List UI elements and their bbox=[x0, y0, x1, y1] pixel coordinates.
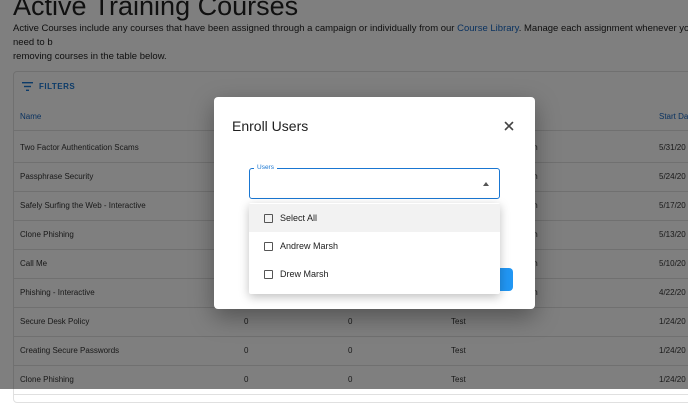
close-button[interactable] bbox=[501, 118, 517, 134]
option-label: Andrew Marsh bbox=[280, 241, 339, 251]
dropdown-arrow-icon[interactable] bbox=[483, 182, 489, 186]
close-icon bbox=[504, 121, 514, 131]
users-field-label: Users bbox=[254, 163, 277, 173]
checkbox[interactable] bbox=[264, 269, 273, 279]
checkbox[interactable] bbox=[264, 241, 273, 251]
user-option[interactable]: Drew Marsh bbox=[249, 260, 500, 288]
dialog-title: Enroll Users bbox=[232, 118, 309, 134]
users-dropdown-list: Select All Andrew Marsh Drew Marsh bbox=[249, 203, 500, 294]
option-select-all[interactable]: Select All bbox=[249, 204, 500, 232]
user-option[interactable]: Andrew Marsh bbox=[249, 232, 500, 260]
checkbox[interactable] bbox=[264, 213, 273, 223]
option-label: Drew Marsh bbox=[280, 269, 329, 279]
users-select[interactable]: Users bbox=[249, 163, 500, 199]
option-label: Select All bbox=[280, 213, 318, 223]
